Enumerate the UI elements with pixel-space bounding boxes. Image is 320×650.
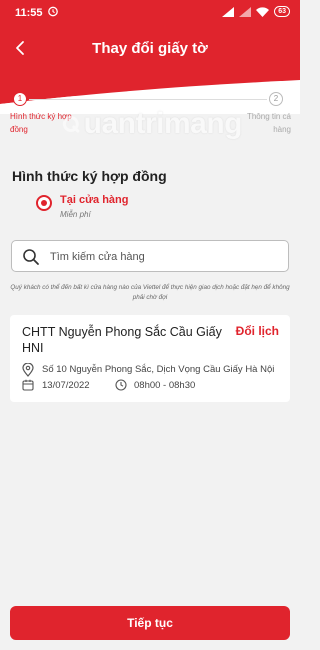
alarm-icon <box>48 6 58 17</box>
store-name: CHTT Nguyễn Phong Sắc Cầu Giấy HNI <box>22 325 222 355</box>
step-2-indicator: 2 <box>269 92 283 106</box>
status-bar: 11:55 63 <box>0 0 300 26</box>
signal-icon-2 <box>239 6 252 17</box>
status-icons: 63 <box>222 6 290 17</box>
section-title: Hình thức ký hợp đồng <box>12 168 167 184</box>
watermark-logo-icon <box>62 116 80 133</box>
store-card: CHTT Nguyễn Phong Sắc Cầu Giấy HNI Đổi l… <box>10 315 290 402</box>
wifi-icon <box>256 6 270 17</box>
store-address: Số 10 Nguyễn Phong Sắc, Dịch Vọng Cầu Gi… <box>42 364 275 375</box>
signal-icon <box>222 6 235 17</box>
store-search[interactable] <box>11 240 289 272</box>
calendar-icon <box>22 379 34 391</box>
page-title: Thay đổi giấy tờ <box>92 40 208 57</box>
status-time: 11:55 <box>15 7 43 19</box>
appointment-date: 13/07/2022 <box>42 380 90 391</box>
search-icon <box>23 249 39 265</box>
battery-icon: 63 <box>274 6 290 17</box>
search-input[interactable] <box>50 247 280 267</box>
step-2-label: Thông tin cá hàng <box>246 112 291 134</box>
radio-in-store-sub: Miễn phí <box>60 210 91 219</box>
stepper-line <box>29 99 267 100</box>
clock-icon <box>115 379 127 391</box>
appointment-time: 08h00 - 08h30 <box>134 380 196 391</box>
radio-in-store[interactable] <box>36 195 52 211</box>
continue-button[interactable]: Tiếp tục <box>10 606 290 640</box>
watermark-text: uantrimang <box>83 107 243 140</box>
location-pin-icon <box>22 363 34 377</box>
step-1-indicator: 1 <box>13 92 27 106</box>
radio-in-store-label[interactable]: Tại cửa hàng <box>60 194 128 206</box>
notice-text: Quý khách có thể đến bất kì cửa hàng nào… <box>10 284 290 301</box>
reschedule-button[interactable]: Đổi lịch <box>236 324 279 338</box>
watermark: uantrimang <box>62 104 243 144</box>
